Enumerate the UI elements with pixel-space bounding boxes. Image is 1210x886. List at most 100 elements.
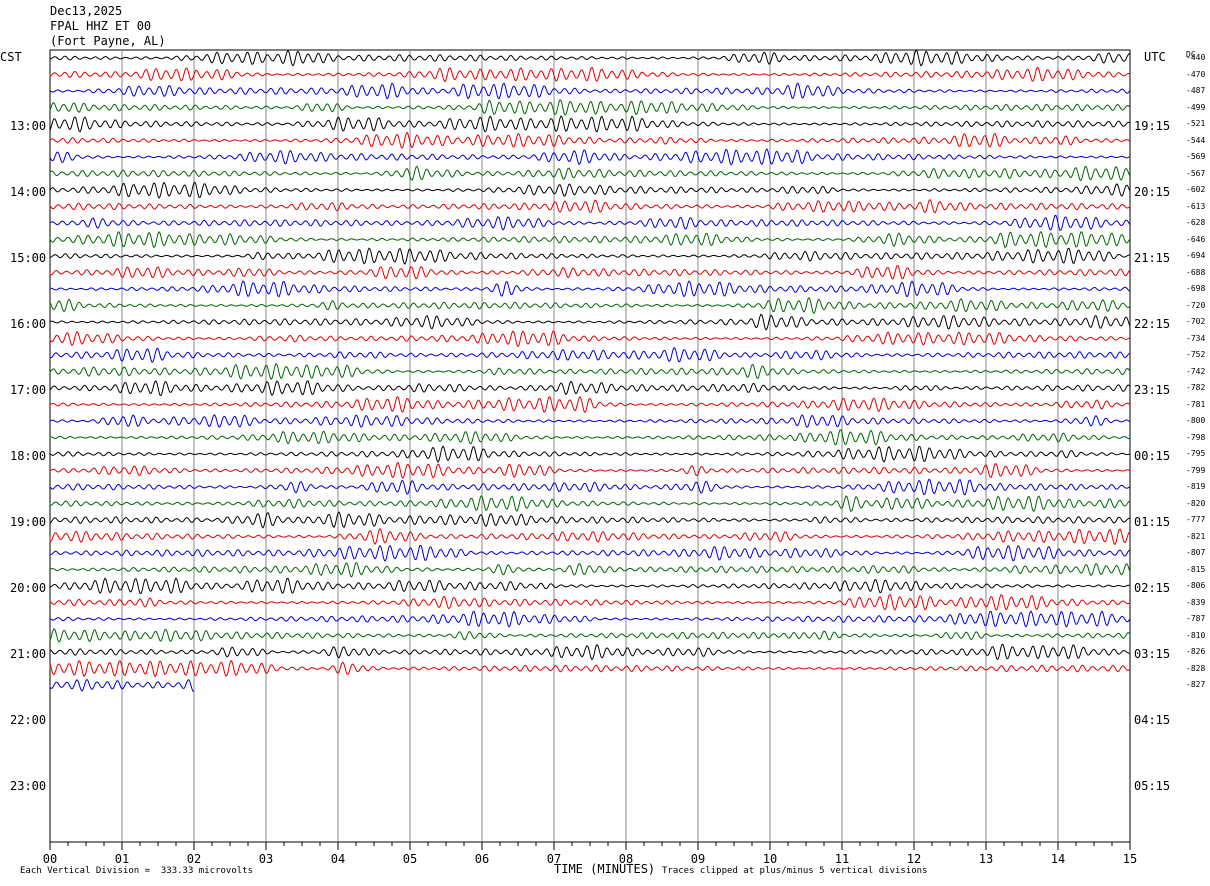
trace-line — [49, 593, 1131, 611]
x-tick-label: 14 — [1050, 852, 1066, 866]
trace-line — [49, 165, 1131, 182]
dc-offset-label: -499 — [1186, 102, 1206, 112]
dc-offset-label: -795 — [1186, 449, 1206, 458]
trace-line — [49, 478, 1131, 496]
x-axis-title: TIME (MINUTES) — [554, 862, 656, 876]
dc-offset-label: -470 — [1186, 69, 1206, 79]
trace-line — [49, 214, 1131, 231]
left-time-label: 23:00 — [10, 779, 47, 793]
left-time-label: 15:00 — [10, 251, 47, 265]
dc-offset-label: -440 — [1186, 53, 1206, 62]
dc-offset-label: -800 — [1186, 416, 1206, 425]
left-time-label: 22:00 — [10, 713, 47, 727]
dc-offset-label: -777 — [1186, 515, 1206, 524]
trace-line — [49, 527, 1131, 546]
dc-offset-label: -752 — [1186, 350, 1206, 359]
right-time-label: 03:15 — [1134, 647, 1171, 661]
x-tick-label: 00 — [42, 852, 58, 866]
right-time-label: 00:15 — [1134, 449, 1171, 463]
left-time-label: 16:00 — [10, 317, 47, 331]
dc-offset-label: -544 — [1186, 135, 1206, 145]
dc-offset-label: -742 — [1186, 366, 1206, 376]
trace-line — [49, 445, 1131, 463]
seismogram-plot — [49, 49, 1131, 850]
trace-line — [49, 414, 1131, 429]
dc-offset-label: -720 — [1186, 300, 1206, 310]
dc-offset-label: -569 — [1186, 152, 1206, 161]
dc-offset-label: -821 — [1186, 531, 1206, 541]
left-time-label: 19:00 — [10, 515, 47, 529]
x-tick-label: 09 — [690, 852, 706, 866]
trace-line — [49, 198, 1131, 214]
trace-line — [49, 511, 1131, 529]
right-time-label: 21:15 — [1134, 251, 1171, 265]
dc-offset-label: -826 — [1186, 647, 1206, 656]
dc-offset-label: -799 — [1186, 465, 1206, 475]
trace-line — [49, 296, 1131, 315]
trace-line — [49, 230, 1131, 249]
dc-offset-label: -694 — [1186, 251, 1206, 260]
trace-line — [49, 280, 1131, 298]
right-time-label: 02:15 — [1134, 581, 1171, 595]
trace-line — [49, 265, 1131, 280]
trace-line — [49, 148, 1131, 166]
dc-offset-label: -839 — [1186, 597, 1206, 607]
trace-line — [49, 131, 1131, 149]
x-tick-label: 10 — [762, 852, 778, 866]
trace-line — [49, 66, 1131, 83]
dc-offset-label: -806 — [1186, 581, 1206, 590]
x-tick-label: 12 — [906, 852, 922, 866]
dc-offset-label: -602 — [1186, 185, 1206, 194]
clip-note: Traces clipped at plus/minus 5 vertical … — [662, 866, 928, 876]
right-time-label: 20:15 — [1134, 185, 1171, 199]
x-tick-label: 06 — [474, 852, 490, 866]
trace-line — [49, 577, 1131, 595]
trace-line — [49, 247, 1130, 265]
trace-line — [49, 98, 1131, 116]
trace-line — [49, 380, 1131, 397]
trace-line — [49, 495, 1131, 513]
right-time-label: 05:15 — [1134, 779, 1171, 793]
trace-line — [49, 610, 1131, 628]
right-time-label: 22:15 — [1134, 317, 1171, 331]
dc-offset-label: -781 — [1186, 399, 1206, 409]
dc-offset-label: -521 — [1186, 119, 1206, 128]
trace-line — [49, 346, 1131, 363]
dc-offset-label: -702 — [1186, 317, 1206, 326]
dc-offset-label: -819 — [1186, 482, 1206, 491]
trace-line — [49, 181, 1131, 199]
x-tick-label: 02 — [186, 852, 202, 866]
dc-offset-label: -787 — [1186, 614, 1206, 623]
dc-offset-label: -782 — [1186, 383, 1206, 392]
dc-offset-label: -487 — [1186, 86, 1206, 95]
trace-line — [49, 461, 1131, 479]
x-tick-label: 05 — [402, 852, 418, 866]
trace-line — [49, 562, 1131, 578]
left-time-label: 20:00 — [10, 581, 47, 595]
dc-offset-label: -734 — [1186, 333, 1206, 343]
left-time-label: 21:00 — [10, 647, 47, 661]
right-time-label: 01:15 — [1134, 515, 1171, 529]
dc-offset-label: -646 — [1186, 234, 1206, 244]
dc-offset-label: -698 — [1186, 284, 1206, 293]
dc-offset-label: -828 — [1186, 663, 1206, 673]
dc-offset-label: -798 — [1186, 432, 1206, 442]
dc-offset-label: -807 — [1186, 548, 1206, 557]
left-time-label: 18:00 — [10, 449, 47, 463]
trace-line — [49, 330, 1131, 348]
x-tick-label: 13 — [978, 852, 994, 866]
trace-line — [49, 429, 1131, 446]
dc-offset-label: -820 — [1186, 498, 1206, 508]
dc-offset-label: -613 — [1186, 201, 1206, 211]
trace-line — [49, 628, 1131, 643]
x-tick-label: 04 — [330, 852, 346, 866]
trace-line — [49, 82, 1131, 100]
dc-offset-label: -628 — [1186, 218, 1206, 227]
dc-offset-label: -815 — [1186, 564, 1206, 574]
trace-line — [49, 115, 1131, 133]
x-tick-label: 01 — [114, 852, 130, 866]
trace-line — [49, 313, 1131, 331]
dc-offset-label: -688 — [1186, 267, 1206, 277]
trace-line — [49, 49, 1131, 67]
trace-line — [49, 362, 1131, 380]
